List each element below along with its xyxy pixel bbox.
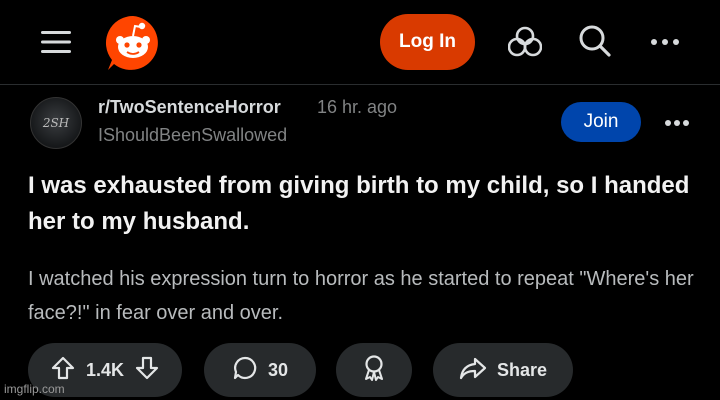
comment-icon [232, 355, 258, 386]
vote-count: 1.4K [85, 359, 125, 380]
comments-button[interactable]: 30 [204, 343, 316, 397]
post-title[interactable]: I was exhausted from giving birth to my … [28, 168, 708, 240]
downvote-icon[interactable] [134, 355, 160, 386]
header-divider [0, 84, 720, 85]
top-bar: Log In [0, 0, 720, 84]
author-link[interactable]: IShouldBeenSwallowed [98, 125, 287, 146]
share-icon [459, 356, 487, 385]
join-button[interactable]: Join [561, 102, 641, 142]
menu-icon[interactable] [36, 22, 76, 62]
log-in-button[interactable]: Log In [380, 14, 475, 70]
comment-count: 30 [267, 359, 289, 380]
award-button[interactable] [336, 343, 412, 397]
share-label: Share [496, 359, 548, 380]
get-app-icon[interactable] [505, 22, 545, 62]
search-icon[interactable] [574, 20, 616, 62]
share-button[interactable]: Share [433, 343, 573, 397]
subreddit-avatar[interactable]: 2SH [30, 97, 82, 149]
award-icon [361, 354, 387, 387]
upvote-icon[interactable] [50, 355, 76, 386]
subreddit-link[interactable]: r/TwoSentenceHorror [98, 97, 281, 118]
post-more-options-icon[interactable] [660, 106, 694, 140]
post-timestamp: 16 hr. ago [317, 97, 398, 117]
watermark: imgflip.com [4, 382, 65, 396]
reddit-logo-icon[interactable] [104, 14, 162, 72]
avatar-text: 2SH [42, 116, 70, 130]
more-options-icon[interactable] [645, 22, 685, 62]
post-body: I watched his expression turn to horror … [28, 268, 694, 324]
